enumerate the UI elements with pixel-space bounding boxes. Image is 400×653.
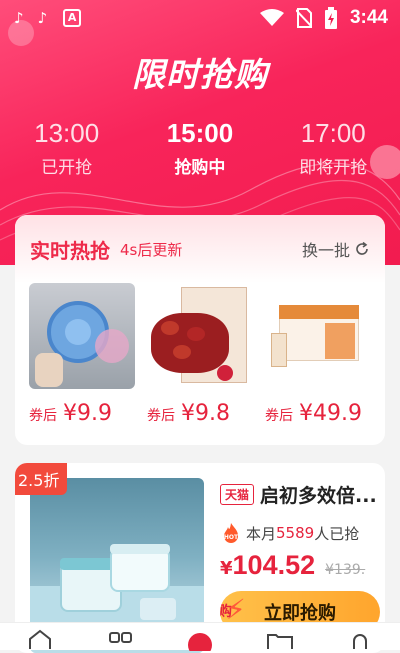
product-image-lint-filter — [29, 283, 135, 389]
product-price: 券后 ¥9.9 — [29, 401, 147, 426]
refresh-button[interactable]: 换一批 — [302, 237, 370, 261]
coupon-label: 券后 — [265, 408, 293, 424]
time-slot-1500[interactable]: 15:00 抢购中 — [133, 118, 266, 178]
slot-time: 17:00 — [300, 118, 366, 148]
product-card[interactable]: 券后 ¥9.9 — [29, 283, 147, 426]
sold-count-row: HOT 本月 5589 人已抢 — [220, 522, 385, 544]
time-slot-1300[interactable]: 13:00 已开抢 — [0, 118, 133, 178]
realtime-hot-header: 实时热抢 4s后更新 换一批 — [15, 215, 385, 283]
bottom-tab-bar — [0, 622, 400, 651]
time-slot-tabs: 13:00 已开抢 15:00 抢购中 17:00 即将开抢 — [0, 118, 400, 178]
category-icon[interactable] — [100, 623, 140, 651]
product-image-milk-box — [265, 283, 371, 389]
wifi-icon — [259, 9, 284, 26]
tmall-badge: 天猫 — [220, 484, 255, 505]
deal-price: 104.52 — [232, 550, 316, 580]
product-list: 券后 ¥9.9 券后 ¥9.8 券后 ¥49.9 — [15, 283, 385, 426]
clock: 3:44 — [349, 7, 388, 28]
sold-count: 5589 — [276, 524, 315, 542]
price-value: ¥9.9 — [63, 401, 112, 426]
section-title: 实时热抢 — [30, 238, 110, 263]
flash-sale-icon[interactable] — [180, 623, 220, 651]
refresh-icon — [356, 241, 368, 255]
hot-flame-icon: HOT — [224, 523, 239, 543]
battery-charging-icon — [324, 7, 337, 29]
original-price: ¥139. — [325, 562, 366, 578]
discount-badge: 2.5折 — [15, 463, 68, 495]
price-value: ¥9.8 — [181, 401, 230, 426]
slot-time: 13:00 — [34, 118, 100, 148]
home-icon[interactable] — [20, 623, 60, 651]
sold-suffix: 人已抢 — [314, 524, 360, 543]
product-price: 券后 ¥9.8 — [147, 401, 265, 426]
time-slot-1700[interactable]: 17:00 即将开抢 — [267, 118, 400, 178]
app-a-icon: A — [63, 9, 82, 27]
currency-symbol: ¥ — [220, 558, 233, 579]
update-countdown: 4s后更新 — [120, 240, 183, 259]
deal-title: 启初多效倍... — [260, 485, 377, 507]
product-image-red-dates — [147, 283, 253, 389]
tiktok-icon: ♪ — [37, 9, 48, 27]
tiktok-icon: ♪ — [14, 9, 24, 27]
deal-price-row: ¥ 104.52 ¥139. — [220, 550, 385, 581]
page-title: 限时抢购 — [132, 55, 268, 94]
product-card[interactable]: 券后 ¥9.8 — [147, 283, 265, 426]
coupon-label: 券后 — [147, 408, 175, 424]
slot-status: 即将开抢 — [299, 158, 368, 178]
deal-info: 天猫 启初多效倍... HOT 本月 5589 人已抢 ¥ 104.52 ¥13… — [220, 481, 385, 581]
slot-status: 抢购中 — [174, 158, 226, 178]
product-price: 券后 ¥49.9 — [265, 401, 383, 426]
realtime-hot-card: 实时热抢 4s后更新 换一批 券后 ¥9.9 券后 ¥9.8 券后 ¥49.9 — [15, 215, 385, 445]
slot-time: 15:00 — [166, 118, 234, 148]
folder-icon[interactable] — [260, 623, 300, 651]
no-sim-icon — [295, 8, 312, 28]
refresh-label: 换一批 — [301, 241, 350, 260]
product-card[interactable]: 券后 ¥49.9 — [265, 283, 383, 426]
svg-text:HOT: HOT — [224, 534, 239, 541]
sold-prefix: 本月 — [246, 524, 277, 543]
price-value: ¥49.9 — [299, 401, 362, 426]
status-bar: ♪ ♪ A 3:44 — [0, 0, 400, 36]
coupon-label: 券后 — [29, 408, 57, 424]
slot-status: 已开抢 — [41, 158, 93, 178]
profile-icon[interactable] — [340, 623, 380, 651]
